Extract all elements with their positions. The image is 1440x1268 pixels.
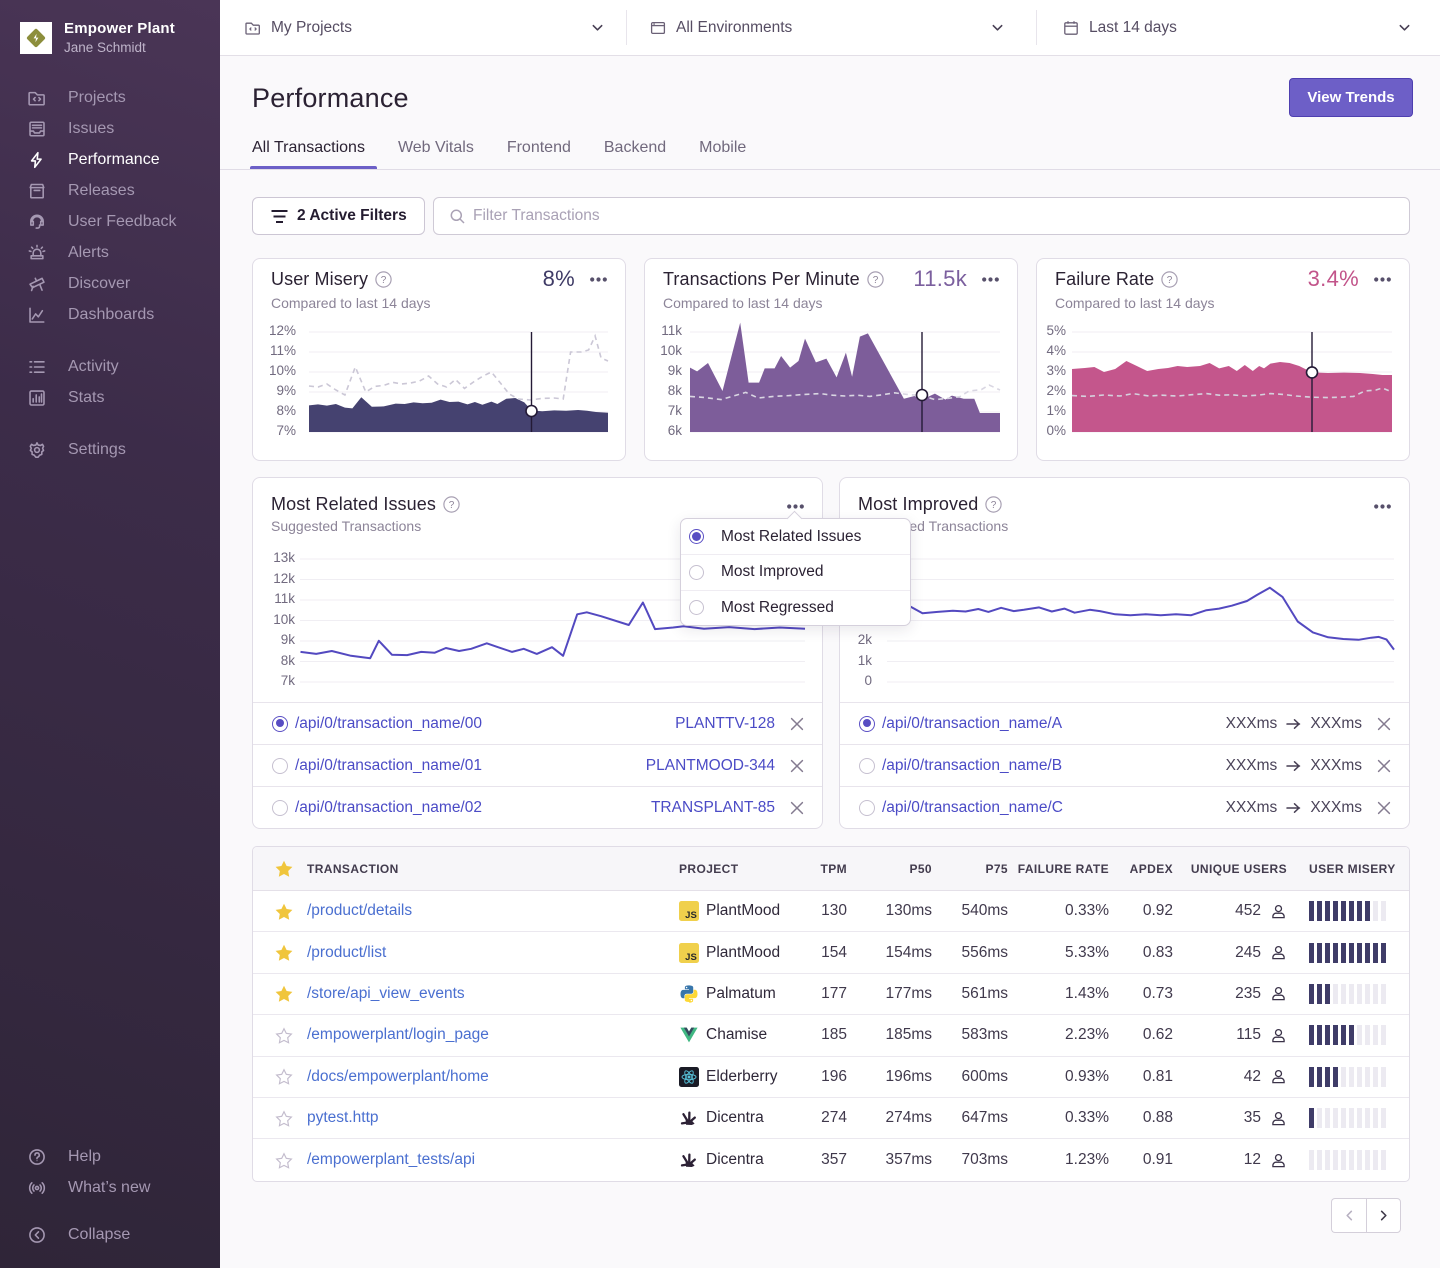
svg-text:?: ? xyxy=(991,500,997,511)
svg-text:JS: JS xyxy=(685,952,697,963)
svg-text:JS: JS xyxy=(685,910,697,921)
svg-text:?: ? xyxy=(449,500,455,511)
svg-text:?: ? xyxy=(872,275,878,286)
svg-text:?: ? xyxy=(1167,275,1173,286)
svg-text:?: ? xyxy=(381,275,387,286)
